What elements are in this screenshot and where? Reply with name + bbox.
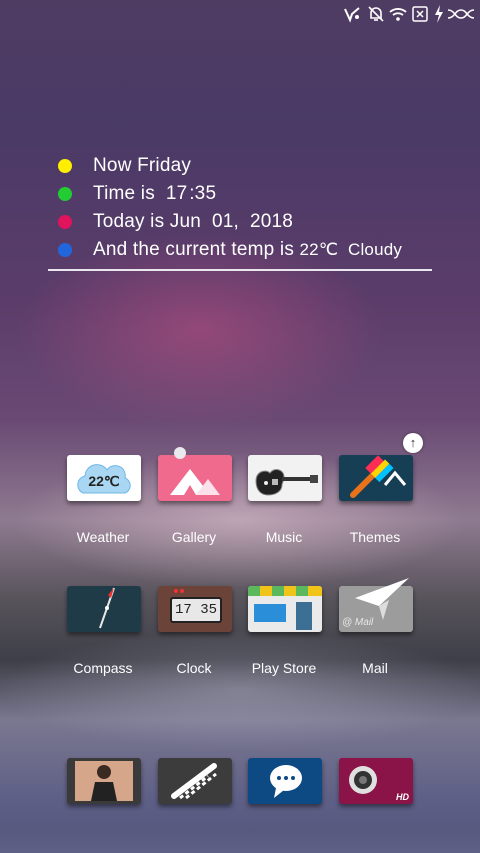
wifi-icon xyxy=(388,4,408,24)
app-clock[interactable]: 17 35 Clock xyxy=(149,586,239,696)
widget-row-date: Today is Jun 01, 2018 xyxy=(58,208,438,236)
blue-dot-icon xyxy=(58,243,72,257)
paper-plane-icon: @ Mail xyxy=(339,578,413,632)
messages-bubble-icon xyxy=(248,758,322,804)
yellow-dot-icon xyxy=(58,159,72,173)
sim-card-x-icon xyxy=(410,4,430,24)
contacts-photo-icon xyxy=(67,758,141,804)
camera-hd-text: HD xyxy=(396,792,409,802)
weather-temp-text: 22℃ xyxy=(88,473,120,489)
pink-dot-icon xyxy=(58,215,72,229)
app-mail[interactable]: @ Mail Mail xyxy=(330,578,420,696)
weather-cloud-icon: 22℃ xyxy=(67,455,141,501)
dock-camera[interactable]: HD xyxy=(330,758,420,808)
widget-row-day: Now Friday xyxy=(58,152,438,180)
mail-icon-text: @ Mail xyxy=(342,617,374,628)
store-icon xyxy=(248,586,322,632)
temp-label: And the current temp is xyxy=(93,239,300,260)
guitar-icon xyxy=(248,455,322,501)
camera-icon: HD xyxy=(339,758,413,804)
info-widget[interactable]: Now Friday Time is 17 :35 Today is Jun 0… xyxy=(58,152,438,264)
app-music[interactable]: Music xyxy=(239,455,329,565)
app-gallery[interactable]: Gallery xyxy=(149,447,239,565)
app-notification-icon xyxy=(342,4,362,24)
dock-dialer[interactable] xyxy=(149,758,239,808)
green-dot-icon xyxy=(58,187,72,201)
charging-icon xyxy=(432,4,446,24)
app-label: Mail xyxy=(362,660,388,676)
clock-dot-icon xyxy=(174,589,178,593)
paint-brush-icon: ↑ xyxy=(339,433,423,501)
gallery-mountain-icon xyxy=(158,447,232,501)
clock-dot-icon xyxy=(180,589,184,593)
app-weather[interactable]: 22℃ Weather xyxy=(58,455,148,565)
dock-messages[interactable] xyxy=(239,758,329,808)
app-play-store[interactable]: Play Store xyxy=(239,586,329,696)
dialer-icon xyxy=(158,758,232,804)
dna-icon xyxy=(446,4,476,24)
widget-divider xyxy=(48,269,432,271)
clock-icon: 17 35 xyxy=(158,586,232,632)
mute-icon xyxy=(366,4,386,24)
update-badge-icon: ↑ xyxy=(403,433,423,453)
status-bar xyxy=(0,0,480,28)
date-text: Today is Jun 01, 2018 xyxy=(93,211,294,232)
widget-row-temp: And the current temp is 22℃ Cloudy xyxy=(58,236,438,264)
time-text: Time is 17 :35 xyxy=(93,183,217,204)
compass-needle-icon xyxy=(67,586,141,632)
clock-time-text: 17 35 xyxy=(170,597,222,623)
app-compass[interactable]: Compass xyxy=(58,586,148,696)
app-label: Themes xyxy=(349,529,401,545)
widget-row-time: Time is 17 :35 xyxy=(58,180,438,208)
temp-value: 22℃ Cloudy xyxy=(299,240,403,259)
dock-reflection xyxy=(0,831,480,853)
app-themes[interactable]: ↑ Themes xyxy=(330,433,423,565)
day-text: Now Friday xyxy=(93,155,192,176)
dock-contacts[interactable] xyxy=(58,758,148,808)
sun-dot-icon xyxy=(174,447,186,459)
